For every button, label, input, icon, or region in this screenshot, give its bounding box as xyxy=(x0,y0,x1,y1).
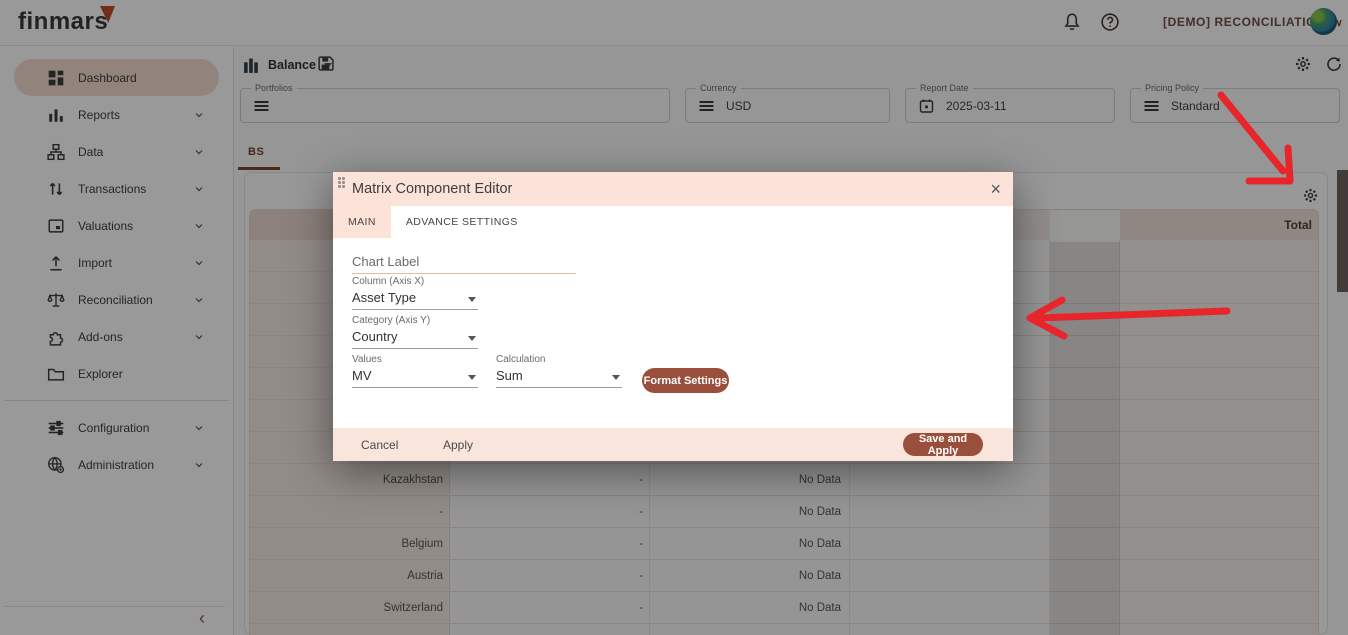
close-icon[interactable]: × xyxy=(990,177,1001,201)
caret-down-icon xyxy=(468,336,476,341)
save-and-apply-button[interactable]: Save and Apply xyxy=(903,433,983,456)
select-value: MV xyxy=(352,368,372,383)
values-label: Values xyxy=(352,354,382,365)
caret-down-icon xyxy=(468,375,476,380)
matrix-component-editor-dialog: Matrix Component Editor × MAIN ADVANCE S… xyxy=(333,172,1013,461)
category-axis-y-select[interactable]: Country xyxy=(352,327,478,349)
cancel-button[interactable]: Cancel xyxy=(361,428,398,461)
caret-down-icon xyxy=(612,375,620,380)
apply-button[interactable]: Apply xyxy=(443,428,473,461)
caret-down-icon xyxy=(468,297,476,302)
dialog-body: Column (Axis X) Asset Type Category (Axi… xyxy=(333,238,1013,428)
column-axis-x-label: Column (Axis X) xyxy=(352,276,424,287)
chart-label-input[interactable] xyxy=(352,250,576,274)
tab-main[interactable]: MAIN xyxy=(333,206,391,238)
dialog-footer: Cancel Apply Save and Apply xyxy=(333,428,1013,461)
calculation-label: Calculation xyxy=(496,354,545,365)
values-select[interactable]: MV xyxy=(352,366,478,388)
column-axis-x-select[interactable]: Asset Type xyxy=(352,288,478,310)
select-value: Sum xyxy=(496,368,523,383)
calculation-select[interactable]: Sum xyxy=(496,366,622,388)
format-settings-button[interactable]: Format Settings xyxy=(642,368,729,393)
select-value: Asset Type xyxy=(352,290,416,305)
select-value: Country xyxy=(352,329,398,344)
dialog-title: Matrix Component Editor xyxy=(352,181,512,197)
tab-advance-settings[interactable]: ADVANCE SETTINGS xyxy=(391,206,533,238)
dialog-titlebar: Matrix Component Editor × xyxy=(333,172,1013,206)
drag-handle-icon[interactable] xyxy=(338,177,348,193)
dialog-tabs: MAIN ADVANCE SETTINGS xyxy=(333,206,1013,238)
category-axis-y-label: Category (Axis Y) xyxy=(352,315,430,326)
